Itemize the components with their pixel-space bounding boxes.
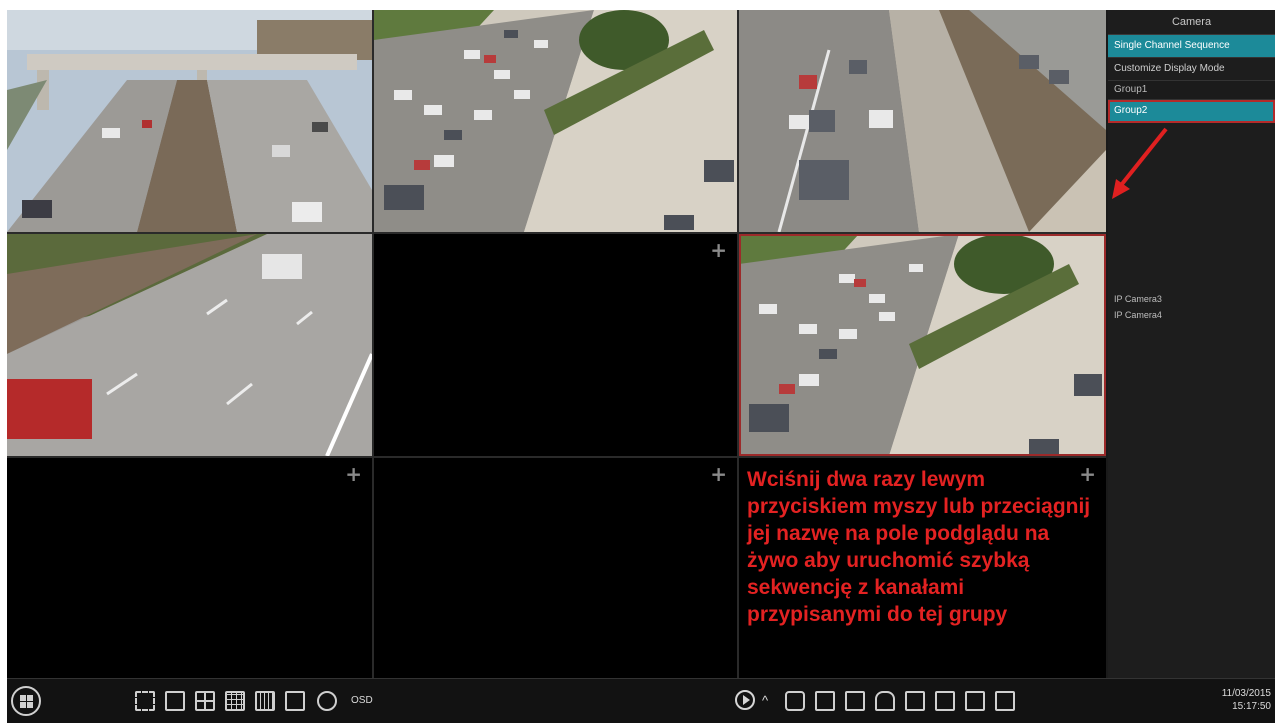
camera-item-4[interactable]: IP Camera4 bbox=[1108, 307, 1275, 323]
video-tile-6-selected[interactable] bbox=[739, 234, 1106, 456]
video-tile-5-empty[interactable]: + bbox=[374, 234, 737, 456]
custom-layout-icon[interactable] bbox=[285, 691, 305, 711]
date-text: 11/03/2015 bbox=[1221, 688, 1271, 699]
panel-title: Camera bbox=[1108, 10, 1275, 35]
disk-icon[interactable] bbox=[845, 691, 865, 711]
instruction-overlay: Wciśnij dwa razy lewym przyciskiem myszy… bbox=[747, 468, 1091, 626]
osd-button[interactable]: OSD bbox=[351, 695, 373, 706]
video-tile-1[interactable] bbox=[7, 10, 372, 232]
nvr-live-view: + + + + Wciśnij dwa razy lewym przyciski… bbox=[7, 10, 1275, 723]
layout-9-icon[interactable] bbox=[225, 691, 245, 711]
taskbar: OSD ^ 11/03/2015 15:17:50 bbox=[7, 678, 1275, 723]
video-tile-2[interactable] bbox=[374, 10, 737, 232]
backup-icon[interactable] bbox=[905, 691, 925, 711]
group-item-1[interactable]: Group1 bbox=[1108, 81, 1275, 100]
highway-traffic-feed-group2 bbox=[739, 234, 1106, 456]
start-menu-icon[interactable] bbox=[11, 686, 41, 716]
customize-display-mode-item[interactable]: Customize Display Mode bbox=[1108, 58, 1275, 81]
plus-icon[interactable]: + bbox=[710, 464, 727, 484]
time-text: 15:17:50 bbox=[1232, 701, 1271, 712]
message-icon[interactable] bbox=[965, 691, 985, 711]
chevron-up-icon[interactable]: ^ bbox=[762, 693, 768, 708]
video-tile-8-empty[interactable]: + bbox=[374, 458, 737, 678]
datetime: 11/03/2015 15:17:50 bbox=[1222, 687, 1271, 713]
sequence-play-icon[interactable] bbox=[735, 690, 755, 710]
file-icon[interactable] bbox=[935, 691, 955, 711]
group-list-area bbox=[1108, 123, 1275, 291]
user-icon[interactable] bbox=[815, 691, 835, 711]
group-item-2[interactable]: Group2 bbox=[1108, 100, 1275, 123]
plus-icon[interactable]: + bbox=[710, 240, 727, 260]
video-tile-3[interactable] bbox=[739, 10, 1106, 232]
highway-closeup-feed bbox=[7, 234, 372, 456]
video-tile-9-empty[interactable]: + Wciśnij dwa razy lewym przyciskiem mys… bbox=[739, 458, 1106, 678]
single-channel-sequence-item[interactable]: Single Channel Sequence bbox=[1108, 35, 1275, 58]
plus-icon[interactable]: + bbox=[345, 464, 362, 484]
window-icon[interactable] bbox=[995, 691, 1015, 711]
camera-panel: Camera Single Channel Sequence Customize… bbox=[1108, 10, 1275, 678]
layout-16-icon[interactable] bbox=[255, 691, 275, 711]
video-tile-4[interactable] bbox=[7, 234, 372, 456]
layout-1-icon[interactable] bbox=[165, 691, 185, 711]
snapshot-eye-icon[interactable] bbox=[317, 691, 337, 711]
highway-lanes-feed bbox=[739, 10, 1106, 232]
alarm-icon[interactable] bbox=[875, 691, 895, 711]
video-tile-7-empty[interactable]: + bbox=[7, 458, 372, 678]
highway-bridge-feed bbox=[7, 10, 372, 232]
camera-item-3[interactable]: IP Camera3 bbox=[1108, 291, 1275, 307]
camera-record-icon[interactable] bbox=[785, 691, 805, 711]
fullscreen-icon[interactable] bbox=[135, 691, 155, 711]
highway-traffic-feed bbox=[374, 10, 737, 232]
red-arrow-icon bbox=[1112, 127, 1168, 199]
layout-4-icon[interactable] bbox=[195, 691, 215, 711]
